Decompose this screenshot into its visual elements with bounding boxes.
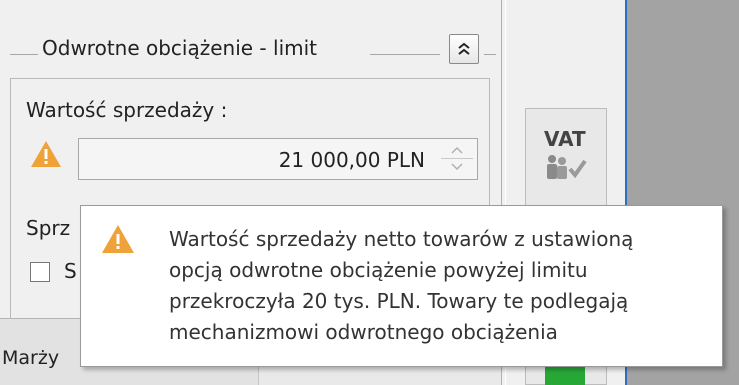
option-checkbox[interactable] bbox=[30, 262, 50, 282]
warning-tooltip: Wartość sprzedaży netto towarów z ustawi… bbox=[80, 205, 723, 367]
vat-people-check-icon bbox=[547, 155, 587, 179]
tooltip-line: opcją odwrotne obciążenie powyżej limitu bbox=[169, 258, 588, 282]
sales-value-field[interactable]: 21 000,00 PLN bbox=[78, 138, 478, 180]
tooltip-line: Wartość sprzedaży netto towarów z ustawi… bbox=[169, 227, 634, 251]
spin-up-icon bbox=[451, 146, 463, 154]
sprz-label: Sprz bbox=[26, 216, 71, 240]
warning-triangle-icon bbox=[102, 225, 134, 253]
tooltip-message: Wartość sprzedaży netto towarów z ustawi… bbox=[169, 224, 714, 348]
checkbox-label: S bbox=[64, 259, 77, 283]
group-title: Odwrotne obciążenie - limit bbox=[38, 36, 321, 60]
spin-up-button[interactable] bbox=[441, 142, 473, 159]
spin-down-button[interactable] bbox=[441, 159, 473, 175]
margin-label: Marży bbox=[2, 347, 60, 369]
sales-value-label: Wartość sprzedaży : bbox=[26, 98, 228, 122]
group-border-left bbox=[10, 54, 38, 55]
spin-down-icon bbox=[451, 163, 463, 171]
tooltip-line: mechanizmowi odwrotnego obciążenia bbox=[169, 320, 558, 344]
group-border-right bbox=[370, 54, 440, 55]
tooltip-line: przekroczyła 20 tys. PLN. Towary te podl… bbox=[169, 289, 629, 313]
sales-value-text: 21 000,00 PLN bbox=[278, 148, 425, 172]
collapse-button[interactable] bbox=[449, 34, 479, 64]
double-chevron-up-icon bbox=[458, 42, 470, 55]
vat-button-label: VAT bbox=[544, 127, 586, 151]
group-border-end bbox=[484, 54, 496, 55]
value-spinner[interactable] bbox=[441, 142, 473, 176]
warning-triangle-icon bbox=[31, 141, 61, 167]
